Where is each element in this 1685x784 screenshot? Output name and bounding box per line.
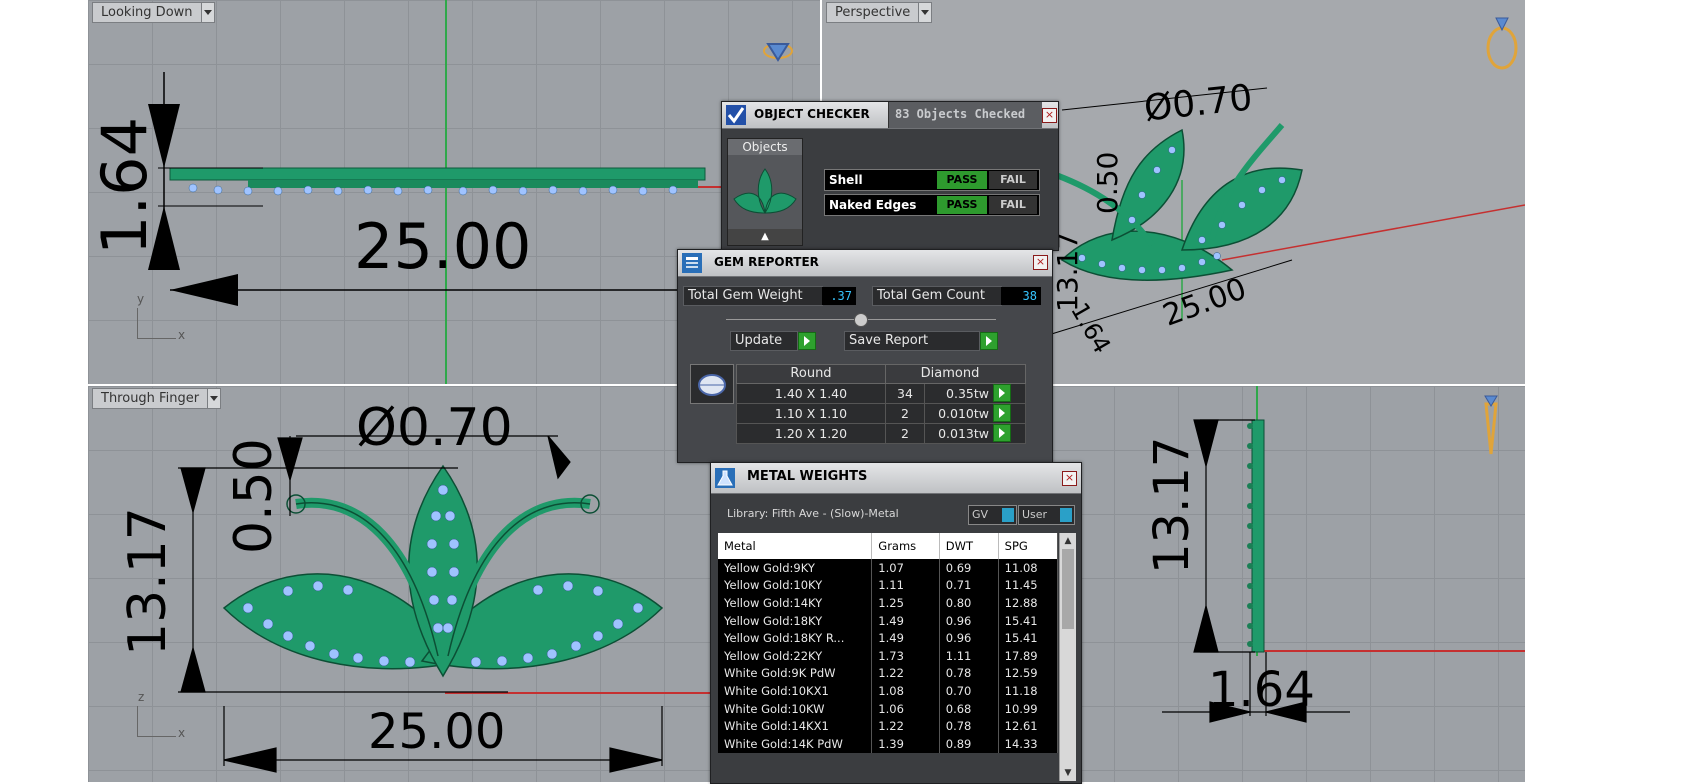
scroll-up-button[interactable]: ▲ [728, 229, 802, 245]
table-row[interactable]: Yellow Gold:18KY 1.49 0.96 15.41 [718, 611, 1058, 630]
axis-gizmo [137, 706, 176, 737]
dimension-vertical: 0.50 [1091, 151, 1124, 214]
play-icon [798, 331, 816, 350]
dimension-depth: 1.64 [1208, 662, 1315, 718]
total-gem-count-label: Total Gem Count [872, 286, 1002, 306]
object-checker-panel: OBJECT CHECKER 83 Objects Checked × Obje… [721, 101, 1059, 251]
metal-table: Metal Grams DWT SPG Yellow Gold:9KY 1.07 0… [718, 533, 1058, 783]
dimension-height: 13.17 [118, 507, 178, 656]
close-button[interactable]: × [1042, 108, 1057, 123]
gem-report-icon [682, 253, 702, 273]
total-gem-weight-value: .37 [822, 287, 856, 305]
user-dropdown[interactable]: User [1018, 505, 1075, 525]
table-row[interactable]: Yellow Gold:10KY 1.11 0.71 11.45 [718, 576, 1058, 595]
fail-badge[interactable]: FAIL [989, 196, 1037, 214]
table-row[interactable]: White Gold:10KX1 1.08 0.70 11.18 [718, 682, 1058, 700]
update-button[interactable]: Update [730, 330, 816, 351]
metal-library-label: Library: Fifth Ave - (Slow)-Metal [727, 507, 899, 520]
ring-icon [763, 43, 793, 62]
dimension-height: 1.64 [88, 116, 161, 255]
scroll-thumb[interactable] [1062, 549, 1074, 629]
lotus-thumbnail-icon [733, 168, 797, 214]
dimension-width: 25.00 [368, 704, 506, 760]
chevron-down-icon [1060, 508, 1072, 522]
table-row[interactable]: 1.20 X 1.20 2 0.013tw [736, 424, 1026, 444]
dimension-diameter: Ø0.70 [356, 398, 513, 458]
viewport-side[interactable]: 13.17 1.64 [1050, 386, 1525, 782]
save-report-button[interactable]: Save Report [844, 330, 1006, 351]
close-button[interactable]: × [1062, 471, 1077, 486]
check-row-shell: Shell PASS FAIL [824, 169, 1040, 191]
scroll-down-icon[interactable]: ▼ [1060, 765, 1076, 781]
axis-z-label: z [138, 690, 145, 704]
gem-shape-thumbnail[interactable] [690, 364, 734, 404]
ring-icon [1486, 17, 1518, 70]
dimension-width: 25.00 [354, 210, 532, 283]
fail-badge[interactable]: FAIL [989, 171, 1037, 189]
gem-shape-header: Round [737, 365, 886, 383]
table-row[interactable]: Yellow Gold:22KY 1.73 1.11 17.89 [718, 646, 1058, 665]
axis-x-label: x [178, 328, 186, 342]
play-icon [980, 331, 998, 350]
metal-table-header: Metal Grams DWT SPG [718, 533, 1058, 559]
objects-checked-tab[interactable]: 83 Objects Checked [888, 102, 1042, 128]
metal-table-scrollbar[interactable]: ▲ ▼ [1059, 533, 1076, 781]
gem-table: Round Diamond 1.40 X 1.40 34 0.35tw 1.10… [736, 364, 1026, 444]
objects-tab[interactable]: Objects ▲ [727, 138, 803, 246]
table-row[interactable]: 1.10 X 1.10 2 0.010tw [736, 404, 1026, 424]
close-button[interactable]: × [1033, 255, 1048, 270]
pendant-icon [1484, 395, 1498, 455]
splitter-handle[interactable] [854, 313, 868, 327]
chevron-down-icon [1002, 508, 1014, 522]
gem-material-header: Diamond [920, 366, 980, 381]
axis-gizmo [137, 308, 176, 339]
scroll-up-icon[interactable]: ▲ [1060, 533, 1076, 549]
play-icon[interactable] [993, 404, 1011, 422]
checkmark-icon [726, 105, 746, 125]
dimension-height: 13.17 [1144, 436, 1200, 574]
table-row[interactable]: White Gold:14KX1 1.22 0.78 12.61 [718, 717, 1058, 735]
table-row[interactable]: Yellow Gold:9KY 1.07 0.69 11.08 [718, 559, 1058, 577]
metal-flask-icon [715, 468, 735, 488]
table-row[interactable]: Yellow Gold:14KY 1.25 0.80 12.88 [718, 594, 1058, 612]
pass-badge[interactable]: PASS [937, 196, 987, 214]
check-row-naked-edges: Naked Edges PASS FAIL [824, 194, 1040, 216]
total-gem-weight-label: Total Gem Weight [683, 286, 823, 306]
table-row[interactable]: White Gold:10KW 1.06 0.68 10.99 [718, 699, 1058, 718]
pass-badge[interactable]: PASS [937, 171, 987, 189]
dimension-small: 0.50 [224, 438, 284, 554]
metal-weights-panel: METAL WEIGHTS × Library: Fifth Ave - (Sl… [710, 462, 1082, 784]
table-row[interactable]: 1.40 X 1.40 34 0.35tw [736, 384, 1026, 404]
play-icon[interactable] [993, 384, 1011, 402]
table-row[interactable]: White Gold:14K PdW 1.39 0.89 14.33 [718, 734, 1058, 753]
axis-y-label: y [137, 292, 145, 306]
pendant-side-view [1162, 395, 1498, 723]
metal-weights-titlebar: METAL WEIGHTS × [711, 463, 1081, 494]
gv-dropdown[interactable]: GV [968, 505, 1017, 525]
play-icon[interactable] [993, 424, 1011, 442]
gem-reporter-panel: GEM REPORTER × Total Gem Weight .37 Tota… [677, 249, 1053, 463]
gem-reporter-titlebar: GEM REPORTER × [678, 250, 1052, 277]
round-gem-icon [698, 374, 726, 396]
table-row[interactable]: White Gold:9K PdW 1.22 0.78 12.59 [718, 664, 1058, 683]
axis-x-label: x [178, 726, 186, 740]
total-gem-count-value: 38 [1001, 287, 1041, 305]
object-checker-titlebar: OBJECT CHECKER 83 Objects Checked × [722, 102, 1058, 129]
table-row[interactable]: Yellow Gold:18KY R... 1.49 0.96 15.41 [718, 629, 1058, 647]
